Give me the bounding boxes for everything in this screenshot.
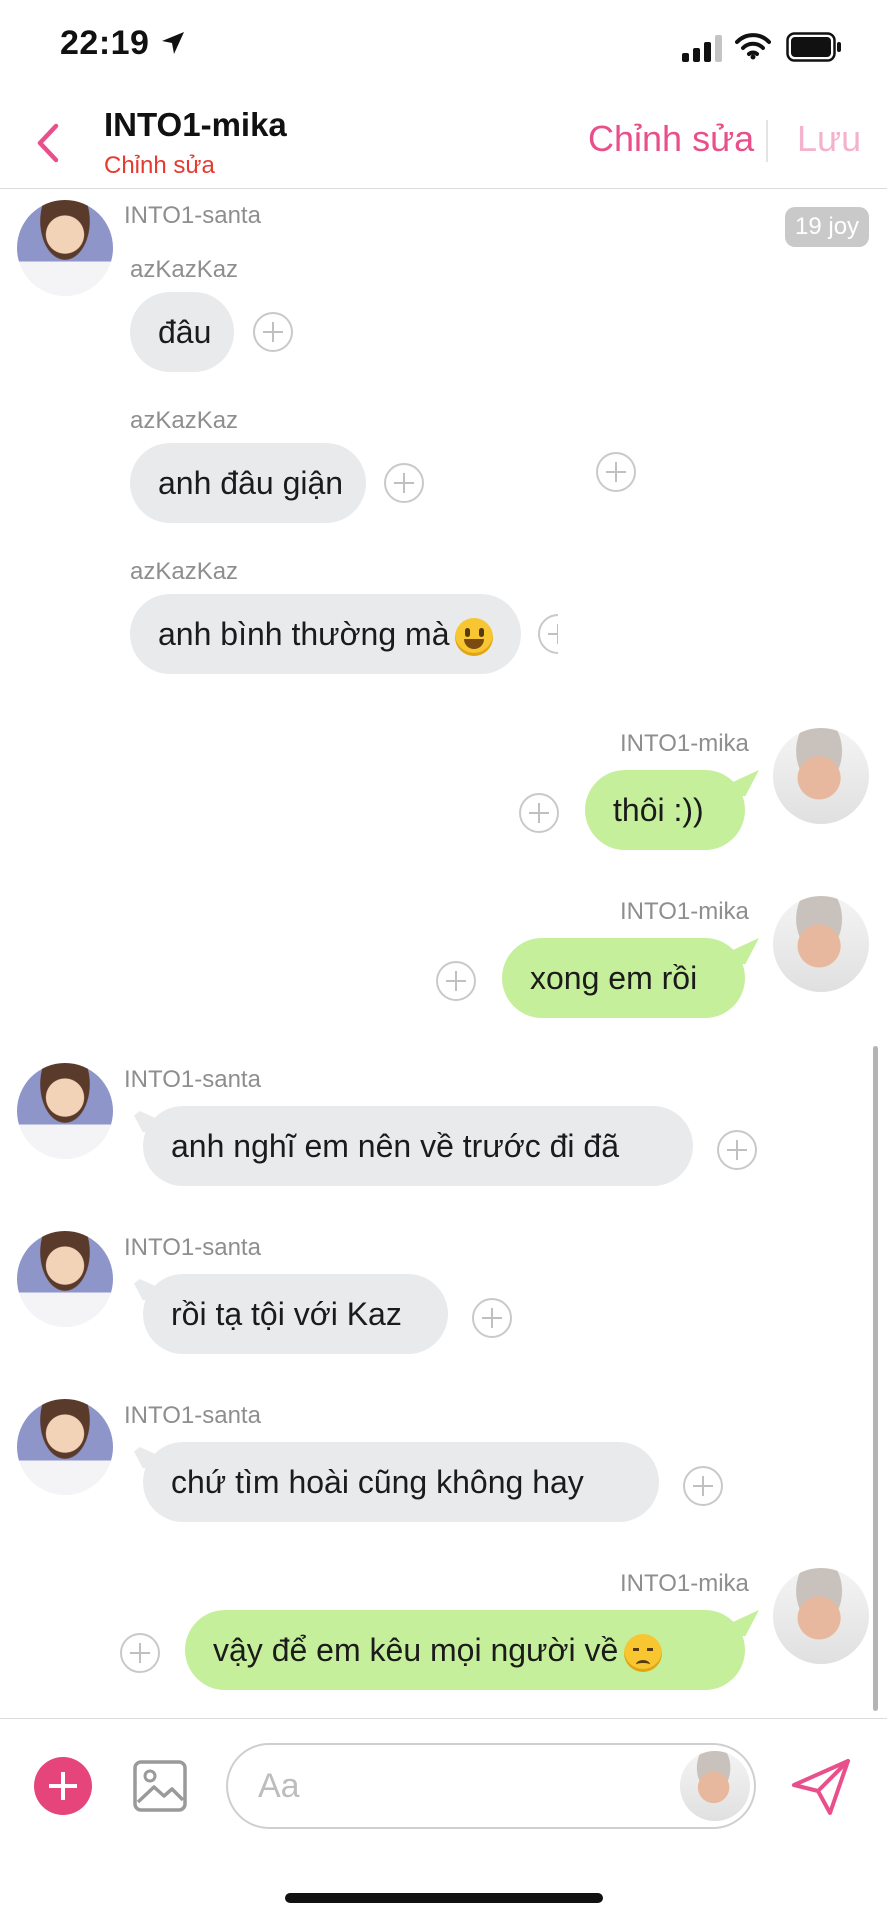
home-indicator[interactable] — [285, 1893, 603, 1903]
smiley-emoji-icon — [455, 617, 494, 656]
avatar[interactable] — [773, 896, 869, 992]
avatar[interactable] — [773, 728, 869, 824]
message-bubble[interactable]: vậy để em kêu mọi người về — [185, 1610, 745, 1690]
send-icon[interactable] — [790, 1757, 852, 1817]
battery-icon — [786, 32, 841, 62]
avatar[interactable] — [680, 1751, 750, 1821]
sender-name: INTO1-santa — [124, 1402, 261, 1429]
avatar[interactable] — [17, 1399, 113, 1495]
message-bubble[interactable]: rồi tạ tội với Kaz — [143, 1274, 448, 1354]
message-text: thôi :)) — [613, 792, 704, 828]
wifi-icon — [735, 33, 771, 60]
sender-name: INTO1-mika — [620, 730, 749, 757]
avatar[interactable] — [17, 200, 113, 296]
message-bubble[interactable]: anh nghĩ em nên về trước đi đã — [143, 1106, 693, 1186]
sender-name: azKazKaz — [130, 407, 239, 434]
sad-emoji-icon — [624, 1633, 663, 1672]
add-reaction-icon[interactable] — [596, 452, 636, 492]
add-reaction-icon[interactable] — [253, 312, 293, 352]
sender-name: INTO1-mika — [620, 898, 749, 925]
sender-name: INTO1-santa — [124, 1234, 261, 1261]
sender-name: azKazKaz — [130, 558, 239, 585]
image-icon[interactable] — [132, 1759, 188, 1813]
back-button[interactable] — [30, 120, 70, 166]
avatar[interactable] — [17, 1063, 113, 1159]
message-text: anh bình thường mà — [158, 616, 450, 652]
message-input-placeholder: Aa — [258, 1767, 300, 1805]
add-reaction-icon[interactable] — [120, 1633, 160, 1673]
message-input[interactable]: Aa — [226, 1743, 756, 1829]
chat-title: INTO1-mika — [104, 106, 287, 143]
message-text: vậy để em kêu mọi người về — [213, 1632, 619, 1668]
sender-name: azKazKaz — [130, 256, 239, 283]
message-bubble[interactable]: chứ tìm hoài cũng không hay — [143, 1442, 659, 1522]
message-bubble[interactable]: anh đâu giận — [130, 443, 366, 523]
sender-name: INTO1-mika — [620, 1570, 749, 1597]
save-button[interactable]: Lưu — [797, 118, 861, 160]
cellular-signal-icon — [682, 34, 728, 62]
avatar[interactable] — [17, 1231, 113, 1327]
message-text: rồi tạ tội với Kaz — [171, 1296, 402, 1332]
message-text: chứ tìm hoài cũng không hay — [171, 1464, 584, 1500]
message-bubble[interactable]: anh bình thường mà — [130, 594, 521, 674]
add-reaction-icon[interactable] — [384, 463, 424, 503]
message-text: xong em rồi — [530, 960, 698, 996]
add-reaction-icon[interactable] — [472, 1298, 512, 1338]
edit-button[interactable]: Chỉnh sửa — [588, 118, 754, 160]
chat-header: INTO1-mika Chỉnh sửa Chỉnh sửa Lưu — [0, 96, 887, 189]
message-text: anh nghĩ em nên về trước đi đã — [171, 1128, 619, 1164]
add-reaction-icon[interactable] — [538, 614, 558, 654]
add-reaction-icon[interactable] — [683, 1466, 723, 1506]
message-bubble[interactable]: thôi :)) — [585, 770, 745, 850]
add-button[interactable] — [34, 1757, 92, 1815]
message-text: anh đâu giận — [158, 465, 344, 501]
sender-name: INTO1-santa — [124, 202, 261, 229]
sender-name: INTO1-santa — [124, 1066, 261, 1093]
time-badge: 19 joy — [785, 207, 870, 247]
add-reaction-icon[interactable] — [717, 1130, 757, 1170]
avatar[interactable] — [773, 1568, 869, 1664]
message-bubble[interactable]: đâu — [130, 292, 234, 372]
status-time: 22:19 — [60, 24, 150, 62]
message-text: đâu — [158, 314, 212, 350]
input-bar: Aa — [0, 1718, 887, 1849]
scrollbar[interactable] — [873, 1046, 878, 1711]
header-divider — [766, 120, 768, 162]
message-bubble[interactable]: xong em rồi — [502, 938, 745, 1018]
chat-subtitle[interactable]: Chỉnh sửa — [104, 152, 215, 180]
add-reaction-icon[interactable] — [436, 961, 476, 1001]
add-reaction-icon[interactable] — [519, 793, 559, 833]
location-arrow-icon — [162, 32, 184, 54]
